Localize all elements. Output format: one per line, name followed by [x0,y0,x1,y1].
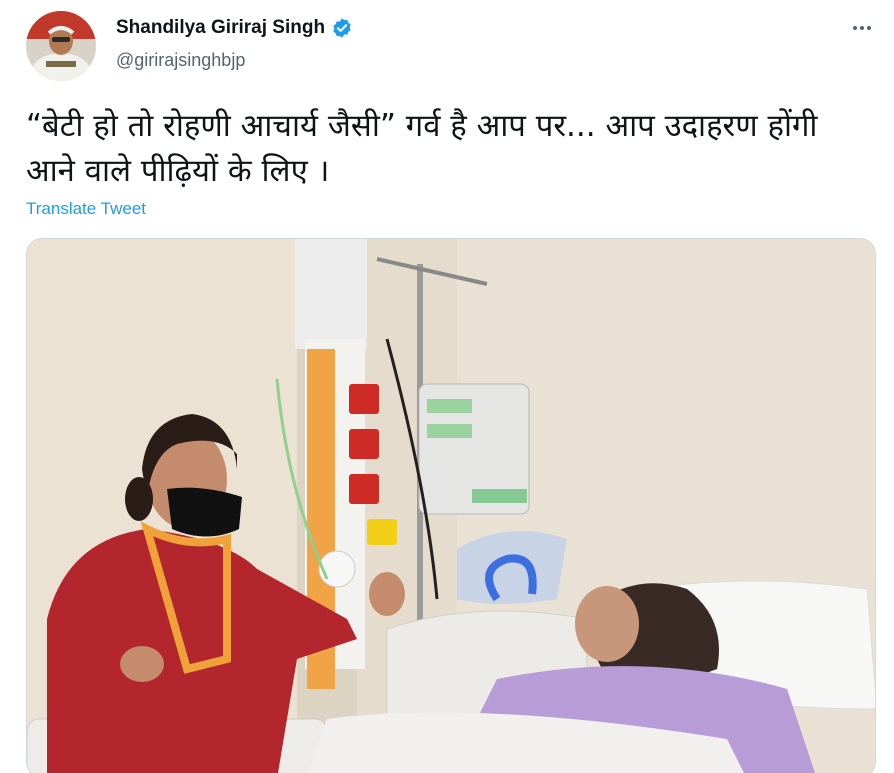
author-handle[interactable]: @girirajsinghbjp [116,50,245,71]
hospital-room-photo [27,239,875,773]
more-options-icon[interactable] [848,16,876,40]
author-name-row: Shandilya Giriraj Singh [116,17,353,39]
author-avatar[interactable] [26,11,96,81]
profile-photo-icon [26,11,96,81]
translate-tweet-link[interactable]: Translate Tweet [26,199,146,219]
verified-badge-icon [331,17,353,39]
tweet-text: “बेटी हो तो रोहणी आचार्य जैसी” गर्व है आ… [26,108,818,189]
author-display-name[interactable]: Shandilya Giriraj Singh [116,17,325,39]
tweet-card: Shandilya Giriraj Singh @girirajsinghbjp… [0,0,894,773]
tweet-photo[interactable] [26,238,876,773]
